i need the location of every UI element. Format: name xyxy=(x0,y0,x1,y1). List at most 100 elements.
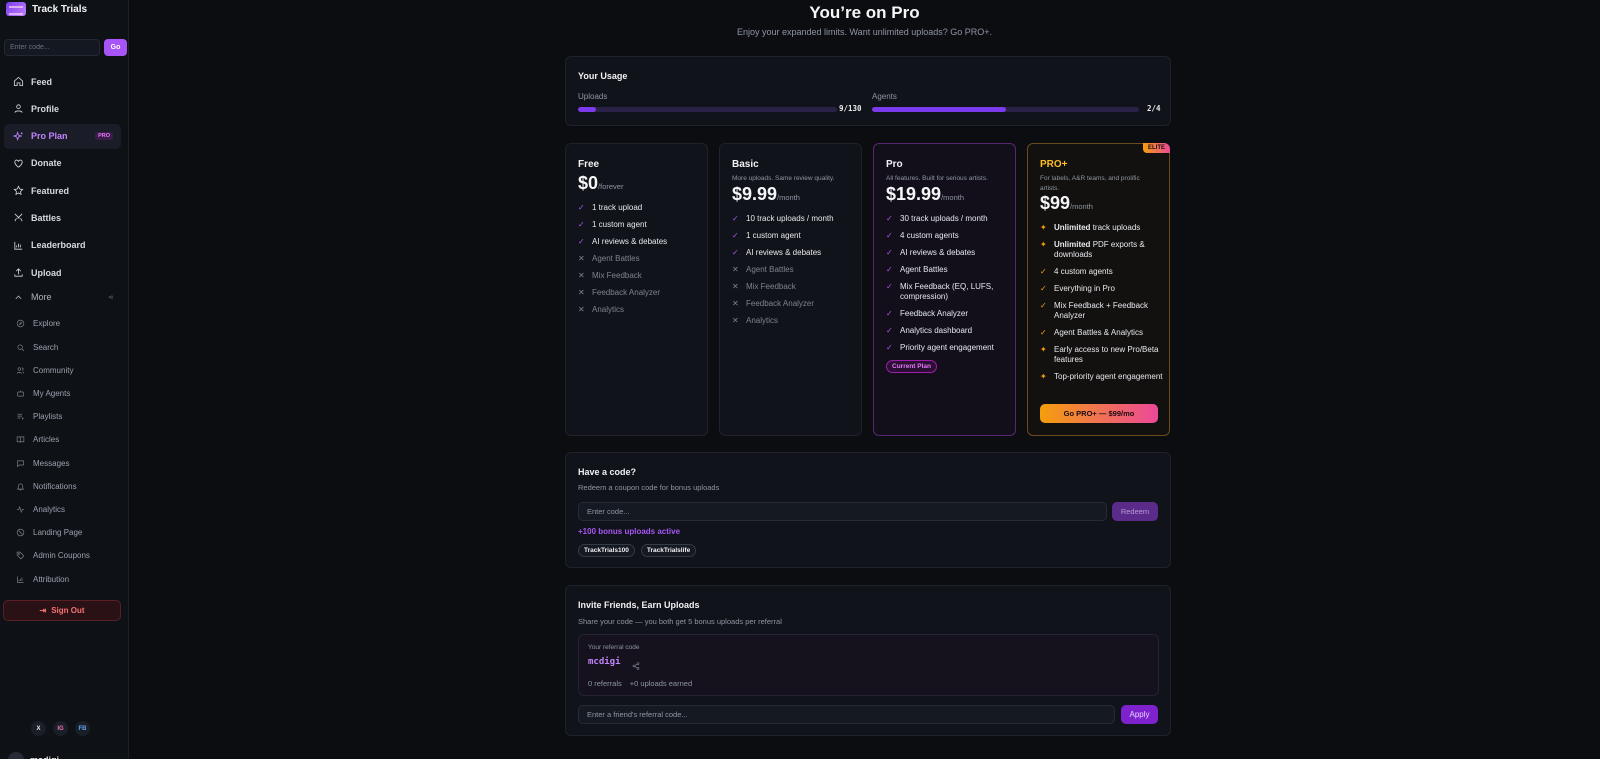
sidebar-item-messages[interactable]: Messages xyxy=(4,452,121,475)
sidebar-item-attribution[interactable]: Attribution xyxy=(4,567,121,590)
sidebar-item-community[interactable]: Community xyxy=(4,359,121,382)
feature-list: ✓ 1 track upload ✓ 1 custom agent ✓ AI revi… xyxy=(578,203,702,322)
feature-item: ✕ Feedback Analyzer xyxy=(578,288,702,298)
feature-item: ✓ Feedback Analyzer xyxy=(886,309,1010,319)
bell-icon xyxy=(16,483,25,490)
collapse-icon[interactable]: ⊲ xyxy=(108,294,113,301)
sidebar-item-label: Pro Plan xyxy=(31,131,68,142)
feature-text: 30 track uploads / month xyxy=(900,214,988,223)
sidebar-item-profile[interactable]: Profile xyxy=(4,96,121,121)
feature-text: AI reviews & debates xyxy=(746,248,822,257)
sidebar-item-pro-plan[interactable]: Pro Plan PRO xyxy=(4,123,121,149)
social-facebook-link[interactable]: FB xyxy=(75,721,90,736)
main-content: You’re on Pro Enjoy your expanded limits… xyxy=(129,0,1600,759)
plan-name: PRO+ xyxy=(1040,159,1068,170)
sidebar-code-input[interactable] xyxy=(4,39,100,56)
check-icon: ✓ xyxy=(886,343,893,352)
heart-icon xyxy=(12,157,24,169)
feature-item: ✕ Feedback Analyzer xyxy=(732,299,856,309)
sign-out-button[interactable]: ⇥ Sign Out xyxy=(3,600,121,621)
sidebar-item-label: My Agents xyxy=(33,389,71,399)
feature-text: Priority agent engagement xyxy=(900,343,994,352)
redeemed-codes: TrackTrials100 TrackTrialslife xyxy=(578,544,697,557)
social-x-link[interactable]: X xyxy=(31,721,46,736)
sidebar-item-playlists[interactable]: Playlists xyxy=(4,405,121,428)
plan-price: $9.99/month xyxy=(732,184,800,205)
feature-item: ✓ 4 custom agents xyxy=(1040,267,1164,277)
sidebar-item-search[interactable]: Search xyxy=(4,336,121,359)
redeem-button[interactable]: Redeem xyxy=(1112,502,1158,521)
check-icon: ✓ xyxy=(578,203,585,212)
sidebar-item-explore[interactable]: Explore xyxy=(4,312,121,335)
elite-badge: ELITE xyxy=(1142,143,1170,153)
feature-item: ✦ Unlimited PDF exports & downloads xyxy=(1040,240,1164,260)
feature-text: Top-priority agent engagement xyxy=(1054,372,1163,381)
feature-text: Agent Battles xyxy=(900,265,948,274)
sidebar-item-donate[interactable]: Donate xyxy=(4,151,121,176)
sidebar-item-upload[interactable]: Upload xyxy=(4,260,121,285)
check-icon: ✓ xyxy=(1040,267,1047,276)
check-icon: ✓ xyxy=(1040,284,1047,293)
apply-button[interactable]: Apply xyxy=(1121,705,1158,724)
user-row[interactable]: mcdigi xyxy=(8,752,59,759)
sidebar-item-label: Feed xyxy=(31,76,53,87)
x-icon: ✕ xyxy=(732,265,739,274)
feature-item: ✕ Mix Feedback xyxy=(732,282,856,292)
sidebar-item-admin-coupons[interactable]: Admin Coupons xyxy=(4,544,121,567)
coupon-card: Have a code? Redeem a coupon code for bo… xyxy=(565,452,1171,568)
feature-item: ✓ Mix Feedback (EQ, LUFS, compression) xyxy=(886,282,1010,302)
go-button[interactable]: Go xyxy=(104,39,127,56)
feature-item: ✦ Top-priority agent engagement xyxy=(1040,372,1164,382)
x-icon: ✕ xyxy=(578,254,585,263)
sidebar-item-label: Upload xyxy=(31,267,62,278)
logout-icon: ⇥ xyxy=(39,606,47,615)
invite-title: Invite Friends, Earn Uploads xyxy=(578,600,700,610)
sidebar-item-label: Battles xyxy=(31,212,62,223)
friend-referral-input[interactable] xyxy=(578,705,1115,724)
sidebar-item-label: Analytics xyxy=(33,504,66,514)
check-icon: ✓ xyxy=(886,214,893,223)
sidebar-item-my-agents[interactable]: My Agents xyxy=(4,382,121,405)
x-icon: ✕ xyxy=(578,305,585,314)
sidebar-item-leaderboard[interactable]: Leaderboard xyxy=(4,233,121,258)
sparkle-icon: ✦ xyxy=(1040,223,1047,232)
feature-item: ✓ AI reviews & debates xyxy=(578,237,702,247)
sidebar-item-battles[interactable]: Battles xyxy=(4,205,121,230)
referral-code: mcdigi xyxy=(588,657,621,667)
go-pro-plus-button[interactable]: Go PRO+ — $99/mo xyxy=(1040,404,1158,423)
sidebar-item-label: Notifications xyxy=(33,481,77,491)
bonus-status: +100 bonus uploads active xyxy=(578,527,681,536)
star-icon xyxy=(12,185,24,197)
feature-text: 10 track uploads / month xyxy=(746,214,834,223)
sidebar-item-feed[interactable]: Feed xyxy=(4,69,121,94)
coupon-code-input[interactable] xyxy=(578,502,1107,521)
page-title: You’re on Pro xyxy=(809,3,920,22)
sidebar-item-landing-page[interactable]: Landing Page xyxy=(4,521,121,544)
sidebar-item-articles[interactable]: Articles xyxy=(4,428,121,451)
share-icon[interactable] xyxy=(632,657,644,670)
feature-item: ✓ 4 custom agents xyxy=(886,231,1010,241)
feature-item: ✕ Agent Battles xyxy=(578,254,702,264)
feature-item: ✕ Analytics xyxy=(732,316,856,326)
sidebar-item-featured[interactable]: Featured xyxy=(4,178,121,203)
feature-text: Unlimited track uploads xyxy=(1054,223,1140,233)
feature-list: ✦ Unlimited track uploads ✦ Unlimited PDF … xyxy=(1040,223,1164,389)
feature-item: ✓ Analytics dashboard xyxy=(886,326,1010,336)
plan-price: $0/forever xyxy=(578,173,623,194)
check-icon: ✓ xyxy=(732,231,739,240)
price-period: /month xyxy=(1070,202,1093,211)
more-toggle[interactable]: More ⊲ xyxy=(4,287,121,307)
social-instagram-link[interactable]: IG xyxy=(53,721,68,736)
brand[interactable]: Track Trials xyxy=(6,2,87,16)
sparkle-icon: ✦ xyxy=(1040,372,1047,381)
sidebar-item-notifications[interactable]: Notifications xyxy=(4,475,121,498)
x-icon: ✕ xyxy=(732,282,739,291)
sidebar-item-analytics[interactable]: Analytics xyxy=(4,498,121,521)
referral-stats: 0 referrals +0 uploads earned xyxy=(588,679,692,688)
feature-item: ✓ 1 custom agent xyxy=(732,231,856,241)
sidebar-item-label: Articles xyxy=(33,435,60,445)
check-icon: ✓ xyxy=(578,220,585,229)
sidebar-item-label: Community xyxy=(33,365,74,375)
feature-item: ✓ Everything in Pro xyxy=(1040,284,1164,294)
current-plan-badge: Current Plan xyxy=(886,360,938,373)
